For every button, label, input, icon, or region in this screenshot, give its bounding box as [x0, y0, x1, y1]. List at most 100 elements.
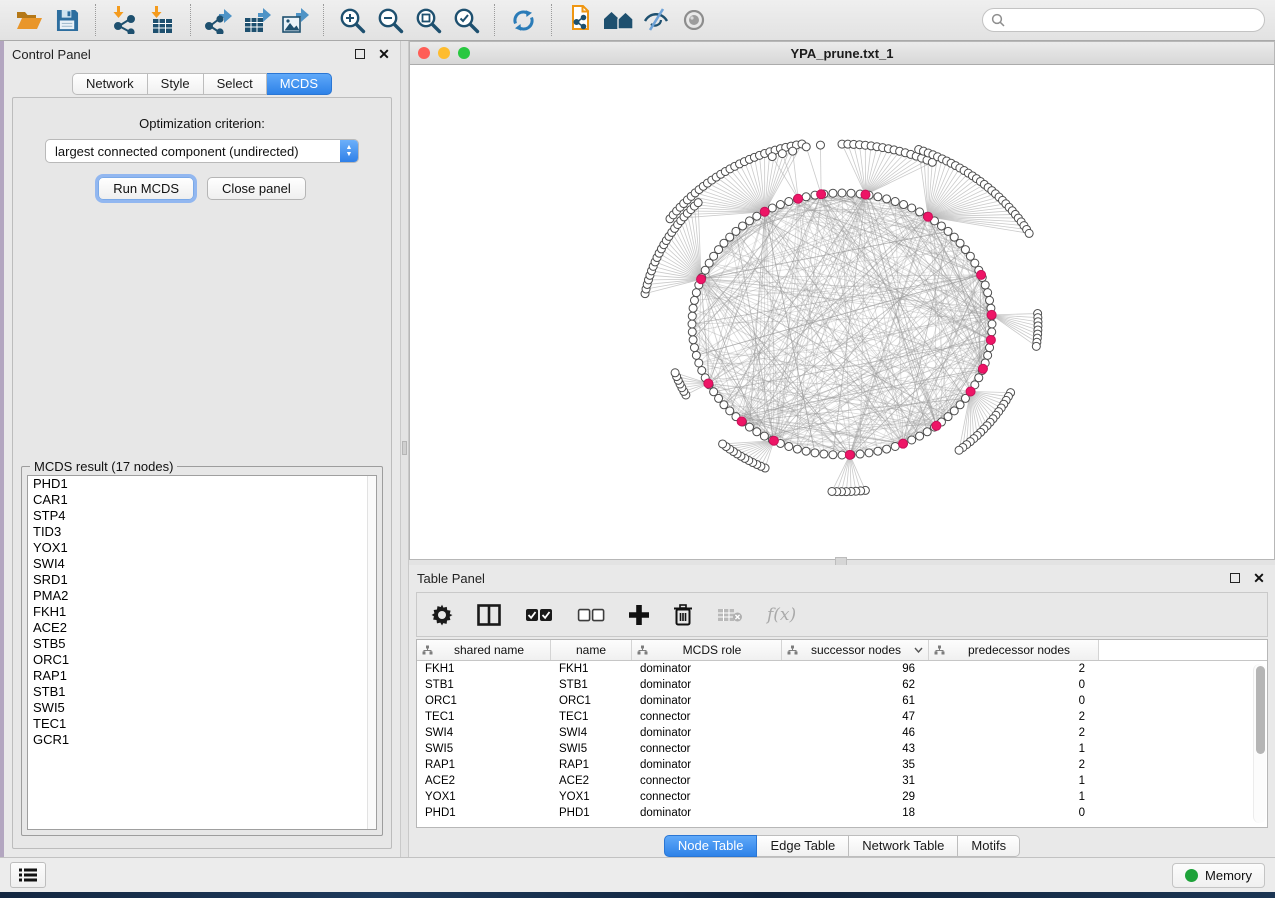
network-node[interactable]	[937, 222, 945, 230]
network-node[interactable]	[986, 296, 994, 304]
mcds-result-item[interactable]: ACE2	[28, 620, 376, 636]
network-node[interactable]	[856, 450, 864, 458]
table-cell[interactable]: 18	[782, 805, 929, 821]
network-node[interactable]	[908, 204, 916, 212]
table-cell[interactable]: TEC1	[417, 709, 551, 725]
network-hub-node[interactable]	[760, 207, 769, 216]
vertical-splitter[interactable]	[400, 41, 409, 857]
table-cell[interactable]: dominator	[632, 661, 782, 677]
network-node[interactable]	[838, 189, 846, 197]
table-cell[interactable]: 96	[782, 661, 929, 677]
table-cell[interactable]: 31	[782, 773, 929, 789]
table-cell[interactable]: dominator	[632, 677, 782, 693]
table-cell[interactable]: ORC1	[417, 693, 551, 709]
table-row[interactable]: ORC1ORC1dominator610	[417, 693, 1267, 709]
table-cell[interactable]: 2	[929, 661, 1099, 677]
table-cell[interactable]: 29	[782, 789, 929, 805]
network-node[interactable]	[944, 413, 952, 421]
tab-cp-network[interactable]: Network	[72, 73, 148, 95]
network-hub-node[interactable]	[794, 194, 803, 203]
network-node[interactable]	[900, 201, 908, 209]
mcds-result-item[interactable]: STP4	[28, 508, 376, 524]
network-node[interactable]	[732, 227, 740, 235]
network-node[interactable]	[753, 212, 761, 220]
network-node[interactable]	[923, 428, 931, 436]
close-panel-action-button[interactable]: Close panel	[207, 177, 306, 200]
table-cell[interactable]: 0	[929, 677, 1099, 693]
mcds-result-item[interactable]: GCR1	[28, 732, 376, 748]
table-row[interactable]: PHD1PHD1dominator180	[417, 805, 1267, 821]
tab-cp-style[interactable]: Style	[148, 73, 204, 95]
network-hub-node[interactable]	[704, 379, 713, 388]
network-node[interactable]	[778, 150, 786, 158]
export-image-button[interactable]	[276, 2, 314, 38]
network-hub-node[interactable]	[977, 270, 986, 279]
network-node[interactable]	[698, 366, 706, 374]
mcds-result-item[interactable]: SWI4	[28, 556, 376, 572]
network-node[interactable]	[1025, 229, 1033, 237]
table-cell[interactable]: 0	[929, 693, 1099, 709]
network-node[interactable]	[802, 193, 810, 201]
table-cell[interactable]: PHD1	[417, 805, 551, 821]
table-cell[interactable]: ORC1	[551, 693, 632, 709]
table-cell[interactable]: 1	[929, 741, 1099, 757]
network-node[interactable]	[671, 369, 679, 377]
mcds-result-item[interactable]: TEC1	[28, 716, 376, 732]
table-row[interactable]: ACE2ACE2connector311	[417, 773, 1267, 789]
network-node[interactable]	[828, 487, 836, 495]
table-cell[interactable]: ACE2	[551, 773, 632, 789]
table-cell[interactable]: dominator	[632, 725, 782, 741]
table-cell[interactable]: 2	[929, 725, 1099, 741]
mcds-result-item[interactable]: YOX1	[28, 540, 376, 556]
export-table-button[interactable]	[238, 2, 276, 38]
mcds-result-item[interactable]: CAR1	[28, 492, 376, 508]
network-hub-node[interactable]	[932, 421, 941, 430]
mcds-result-item[interactable]: FKH1	[28, 604, 376, 620]
column-header-shared-name[interactable]: shared name	[417, 640, 551, 660]
network-node[interactable]	[838, 451, 846, 459]
delete-table-button[interactable]	[717, 600, 743, 630]
network-node[interactable]	[829, 451, 837, 459]
table-cell[interactable]: 62	[782, 677, 929, 693]
network-hub-node[interactable]	[737, 417, 746, 426]
table-cell[interactable]: YOX1	[551, 789, 632, 805]
node-table[interactable]: shared namenameMCDS rolesuccessor nodesp…	[416, 639, 1268, 828]
network-hub-node[interactable]	[987, 310, 996, 319]
network-hub-node[interactable]	[986, 335, 995, 344]
show-graphics-details-button[interactable]	[675, 2, 713, 38]
import-network-button[interactable]	[105, 2, 143, 38]
tab-tp-edge-table[interactable]: Edge Table	[757, 835, 849, 857]
network-node[interactable]	[829, 189, 837, 197]
tab-cp-mcds[interactable]: MCDS	[267, 73, 332, 95]
table-cell[interactable]: 2	[929, 709, 1099, 725]
table-cell[interactable]: TEC1	[551, 709, 632, 725]
column-header-predecessor-nodes[interactable]: predecessor nodes	[929, 640, 1099, 660]
network-hub-node[interactable]	[899, 439, 908, 448]
mcds-result-item[interactable]: ORC1	[28, 652, 376, 668]
network-node[interactable]	[690, 344, 698, 352]
close-table-panel-button[interactable]: ✕	[1251, 570, 1267, 586]
network-node[interactable]	[689, 336, 697, 344]
table-row[interactable]: SWI5SWI5connector431	[417, 741, 1267, 757]
network-node[interactable]	[802, 447, 810, 455]
network-node[interactable]	[916, 432, 924, 440]
table-cell[interactable]: RAP1	[551, 757, 632, 773]
delete-column-button[interactable]	[673, 600, 693, 630]
network-node[interactable]	[950, 407, 958, 415]
network-node[interactable]	[745, 423, 753, 431]
network-hub-node[interactable]	[924, 212, 933, 221]
mcds-result-item[interactable]: PHD1	[28, 476, 376, 492]
network-node[interactable]	[908, 436, 916, 444]
tab-tp-network-table[interactable]: Network Table	[849, 835, 958, 857]
tab-cp-select[interactable]: Select	[204, 73, 267, 95]
network-node[interactable]	[891, 442, 899, 450]
network-node[interactable]	[865, 449, 873, 457]
network-node[interactable]	[816, 141, 824, 149]
column-header-successor-nodes[interactable]: successor nodes	[782, 640, 929, 660]
network-hub-node[interactable]	[817, 190, 826, 199]
zoom-out-button[interactable]	[371, 2, 409, 38]
network-node[interactable]	[916, 208, 924, 216]
table-cell[interactable]: dominator	[632, 693, 782, 709]
network-overview-button[interactable]	[599, 2, 637, 38]
network-node[interactable]	[811, 449, 819, 457]
